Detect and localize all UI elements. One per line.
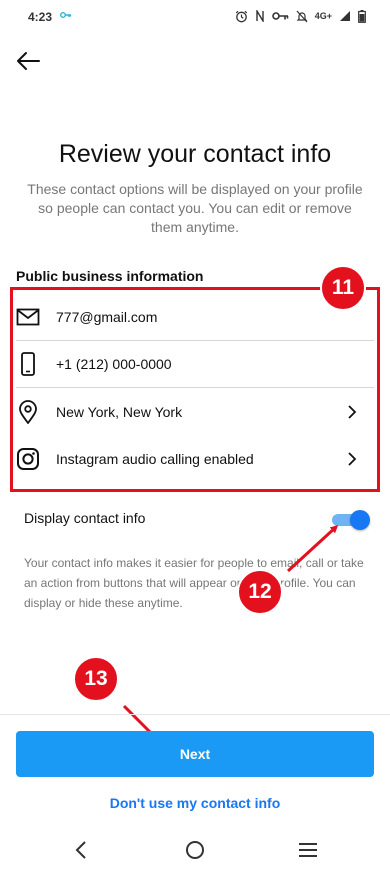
network-type: 4G+	[314, 11, 332, 21]
signal-icon	[340, 11, 350, 21]
toggle-knob	[350, 510, 370, 530]
instagram-icon	[16, 447, 40, 471]
display-contact-info-label: Display contact info	[24, 510, 146, 526]
location-pin-icon	[16, 399, 40, 424]
system-nav-bar	[0, 828, 390, 870]
contact-row-location[interactable]: New York, New York	[16, 388, 374, 435]
mute-bell-icon	[296, 10, 308, 22]
contact-phone-text: +1 (212) 000-0000	[56, 356, 172, 372]
display-contact-info-toggle[interactable]	[330, 508, 372, 532]
status-icons: 4G+	[235, 8, 366, 24]
status-bar: 4:23 4G+	[0, 0, 390, 32]
section-label: Public business information	[16, 268, 204, 284]
back-arrow-icon[interactable]	[14, 47, 42, 75]
contact-row-email[interactable]: 777@gmail.com	[16, 294, 374, 341]
contact-audio-calling-text: Instagram audio calling enabled	[56, 450, 254, 467]
dont-use-contact-info-link[interactable]: Don't use my contact info	[0, 795, 390, 811]
annotation-badge-13: 13	[73, 656, 119, 702]
annotation-badge-12: 12	[237, 569, 283, 615]
next-button[interactable]: Next	[16, 731, 374, 777]
vpn-key-icon	[60, 12, 72, 18]
contact-location-text: New York, New York	[56, 403, 183, 420]
chevron-right-icon	[348, 451, 357, 466]
page-subtitle: These contact options will be displayed …	[27, 181, 363, 235]
key-icon	[271, 12, 289, 20]
page-title: Review your contact info	[58, 140, 332, 168]
annotation-badge-11: 11	[320, 265, 366, 311]
contact-row-phone[interactable]: +1 (212) 000-0000	[16, 341, 374, 388]
phone-icon	[16, 352, 40, 376]
contact-email-text: 777@gmail.com	[56, 309, 158, 325]
alarm-icon	[235, 10, 247, 22]
nav-back-icon[interactable]	[70, 838, 94, 862]
nav-home-icon[interactable]	[183, 838, 207, 862]
contact-info-list: 777@gmail.com +1 (212) 000-0000 New York…	[16, 294, 374, 482]
bottom-divider	[0, 714, 390, 715]
chevron-right-icon	[348, 404, 357, 419]
battery-icon	[358, 9, 366, 23]
nav-menu-icon[interactable]	[296, 838, 320, 862]
status-time: 4:23	[28, 10, 53, 24]
email-icon	[16, 305, 40, 329]
contact-info-explanation: Your contact info makes it easier for pe…	[24, 556, 364, 610]
nfc-icon	[256, 10, 264, 22]
contact-row-audio-calling[interactable]: Instagram audio calling enabled	[16, 435, 374, 482]
